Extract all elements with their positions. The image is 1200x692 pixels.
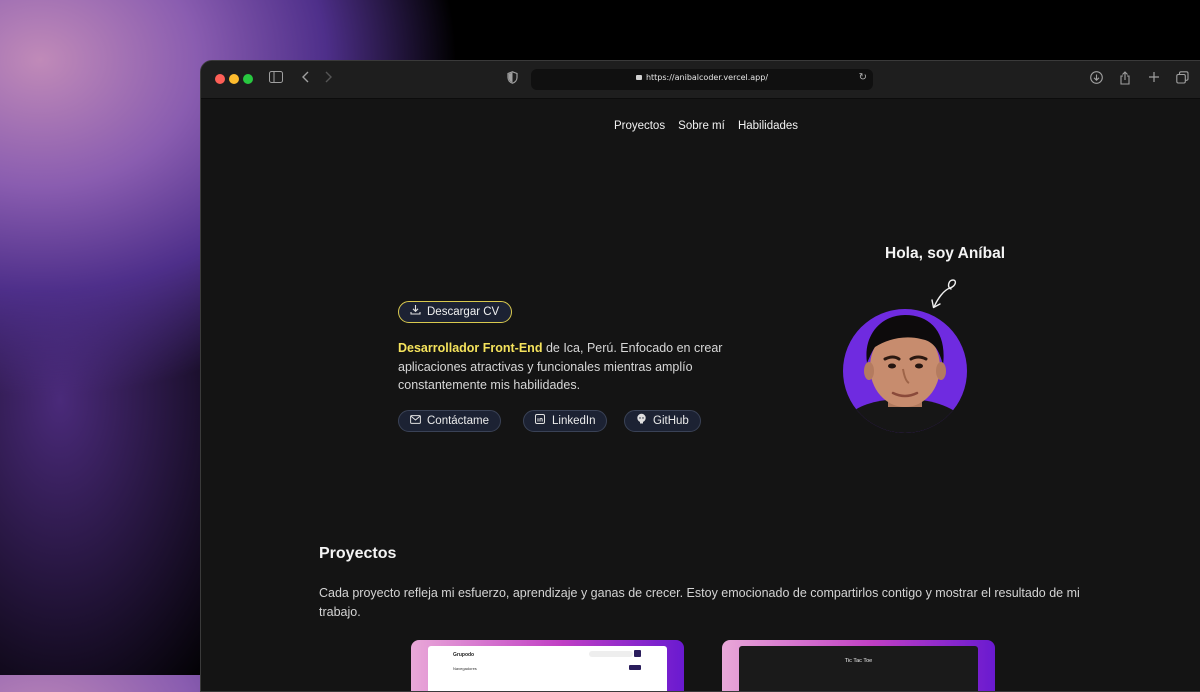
- minimize-window-button[interactable]: [229, 74, 239, 84]
- back-icon[interactable]: [302, 71, 310, 88]
- mail-icon: [409, 412, 421, 432]
- shield-icon[interactable]: [507, 71, 518, 89]
- web-page: Proyectos Sobre mí Habilidades Descargar…: [201, 99, 1200, 691]
- forward-icon[interactable]: [324, 71, 332, 88]
- contact-button[interactable]: Contáctame: [398, 410, 502, 432]
- url-text: https://anibalcoder.vercel.app/: [645, 73, 769, 82]
- project-card[interactable]: Grupodo Navegadores: [411, 640, 684, 691]
- intro-text: Desarrollador Front-End de Ica, Perú. En…: [398, 339, 728, 395]
- close-window-button[interactable]: [215, 74, 225, 84]
- linkedin-label: LinkedIn: [552, 415, 596, 427]
- nav-item-proyectos[interactable]: Proyectos: [614, 120, 665, 132]
- project-preview-search: [589, 651, 633, 657]
- project-preview: Grupodo Navegadores: [428, 646, 667, 691]
- download-icon: [409, 303, 421, 323]
- lock-icon: [635, 75, 642, 80]
- browser-toolbar: https://anibalcoder.vercel.app/ ↻: [201, 61, 1200, 99]
- projects-description: Cada proyecto refleja mi esfuerzo, apren…: [319, 586, 1080, 619]
- project-card[interactable]: Tic Tac Toe: [722, 640, 995, 691]
- hand-drawn-arrow-icon: [931, 279, 957, 309]
- download-icon[interactable]: [1090, 71, 1103, 89]
- project-preview-title: Tic Tac Toe: [844, 658, 873, 664]
- download-cv-button[interactable]: Descargar CV: [398, 301, 513, 323]
- nav-item-sobre-mi[interactable]: Sobre mí: [678, 120, 725, 132]
- role-highlight: Desarrollador Front-End: [398, 341, 543, 355]
- project-preview-badge: [629, 665, 641, 670]
- avatar: [843, 309, 967, 433]
- projects-title: Proyectos: [319, 545, 397, 562]
- github-icon: [635, 412, 647, 432]
- linkedin-button[interactable]: LinkedIn: [523, 410, 608, 432]
- tabs-icon[interactable]: [1176, 71, 1189, 89]
- project-preview-search-button: [634, 650, 641, 657]
- nav-item-habilidades[interactable]: Habilidades: [738, 120, 798, 132]
- maximize-window-button[interactable]: [243, 74, 253, 84]
- share-icon[interactable]: [1119, 71, 1131, 90]
- address-bar[interactable]: https://anibalcoder.vercel.app/ ↻: [531, 69, 873, 90]
- download-cv-label: Descargar CV: [427, 306, 500, 318]
- project-preview: Tic Tac Toe: [739, 646, 978, 691]
- reload-icon[interactable]: ↻: [859, 72, 867, 83]
- github-button[interactable]: GitHub: [624, 410, 701, 432]
- github-label: GitHub: [653, 415, 689, 427]
- browser-window: https://anibalcoder.vercel.app/ ↻ Proyec…: [200, 60, 1200, 692]
- greeting-text: Hola, soy Aníbal: [885, 245, 1006, 262]
- sidebar-icon[interactable]: [269, 71, 283, 88]
- contact-label: Contáctame: [427, 415, 490, 427]
- top-nav: Proyectos Sobre mí Habilidades: [201, 114, 1200, 133]
- new-tab-icon[interactable]: [1148, 71, 1160, 88]
- linkedin-icon: [534, 412, 546, 432]
- project-preview-subtitle: Navegadores: [453, 666, 477, 671]
- project-preview-title: Grupodo: [453, 652, 475, 658]
